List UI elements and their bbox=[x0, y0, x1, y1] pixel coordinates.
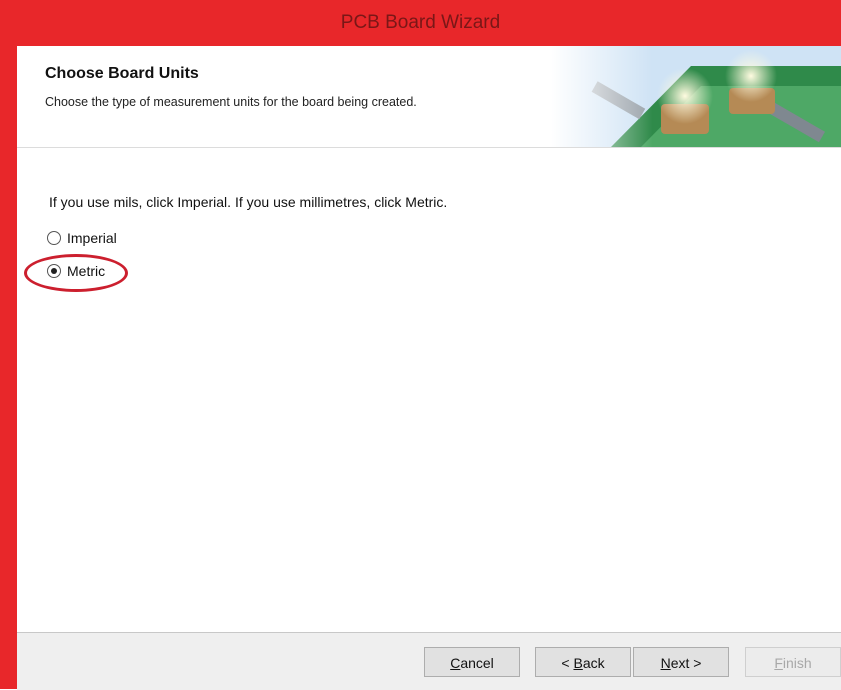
finish-mnemonic: F bbox=[774, 655, 783, 671]
wizard-client-area: Choose Board Units Choose the type of me… bbox=[17, 46, 841, 690]
imperial-radio-option[interactable]: Imperial bbox=[47, 230, 117, 246]
back-prefix: < bbox=[561, 655, 574, 671]
wizard-header: Choose Board Units Choose the type of me… bbox=[17, 46, 841, 148]
back-button[interactable]: < Back bbox=[535, 647, 631, 677]
annotation-highlight-ellipse bbox=[24, 254, 128, 292]
next-label-rest: ext > bbox=[670, 655, 702, 671]
imperial-label[interactable]: Imperial bbox=[67, 230, 117, 246]
page-title: Choose Board Units bbox=[45, 65, 199, 82]
cancel-mnemonic: C bbox=[450, 655, 461, 671]
finish-label-rest: inish bbox=[782, 655, 812, 671]
title-bar[interactable]: PCB Board Wizard bbox=[0, 0, 841, 46]
window-frame-left bbox=[0, 46, 17, 689]
next-button[interactable]: Next > bbox=[633, 647, 729, 677]
wizard-footer: Cancel < Back Next > Finish bbox=[17, 632, 841, 690]
imperial-radio[interactable] bbox=[47, 231, 61, 245]
back-mnemonic: B bbox=[573, 655, 583, 671]
cancel-button[interactable]: Cancel bbox=[424, 647, 520, 677]
window-title: PCB Board Wizard bbox=[340, 12, 501, 33]
next-mnemonic: N bbox=[660, 655, 671, 671]
pcb-banner-image bbox=[551, 46, 841, 147]
cancel-label-rest: ancel bbox=[460, 655, 494, 671]
instruction-text: If you use mils, click Imperial. If you … bbox=[49, 194, 448, 210]
back-label-rest: ack bbox=[582, 655, 605, 671]
page-subtitle: Choose the type of measurement units for… bbox=[45, 95, 417, 109]
finish-button: Finish bbox=[745, 647, 841, 677]
